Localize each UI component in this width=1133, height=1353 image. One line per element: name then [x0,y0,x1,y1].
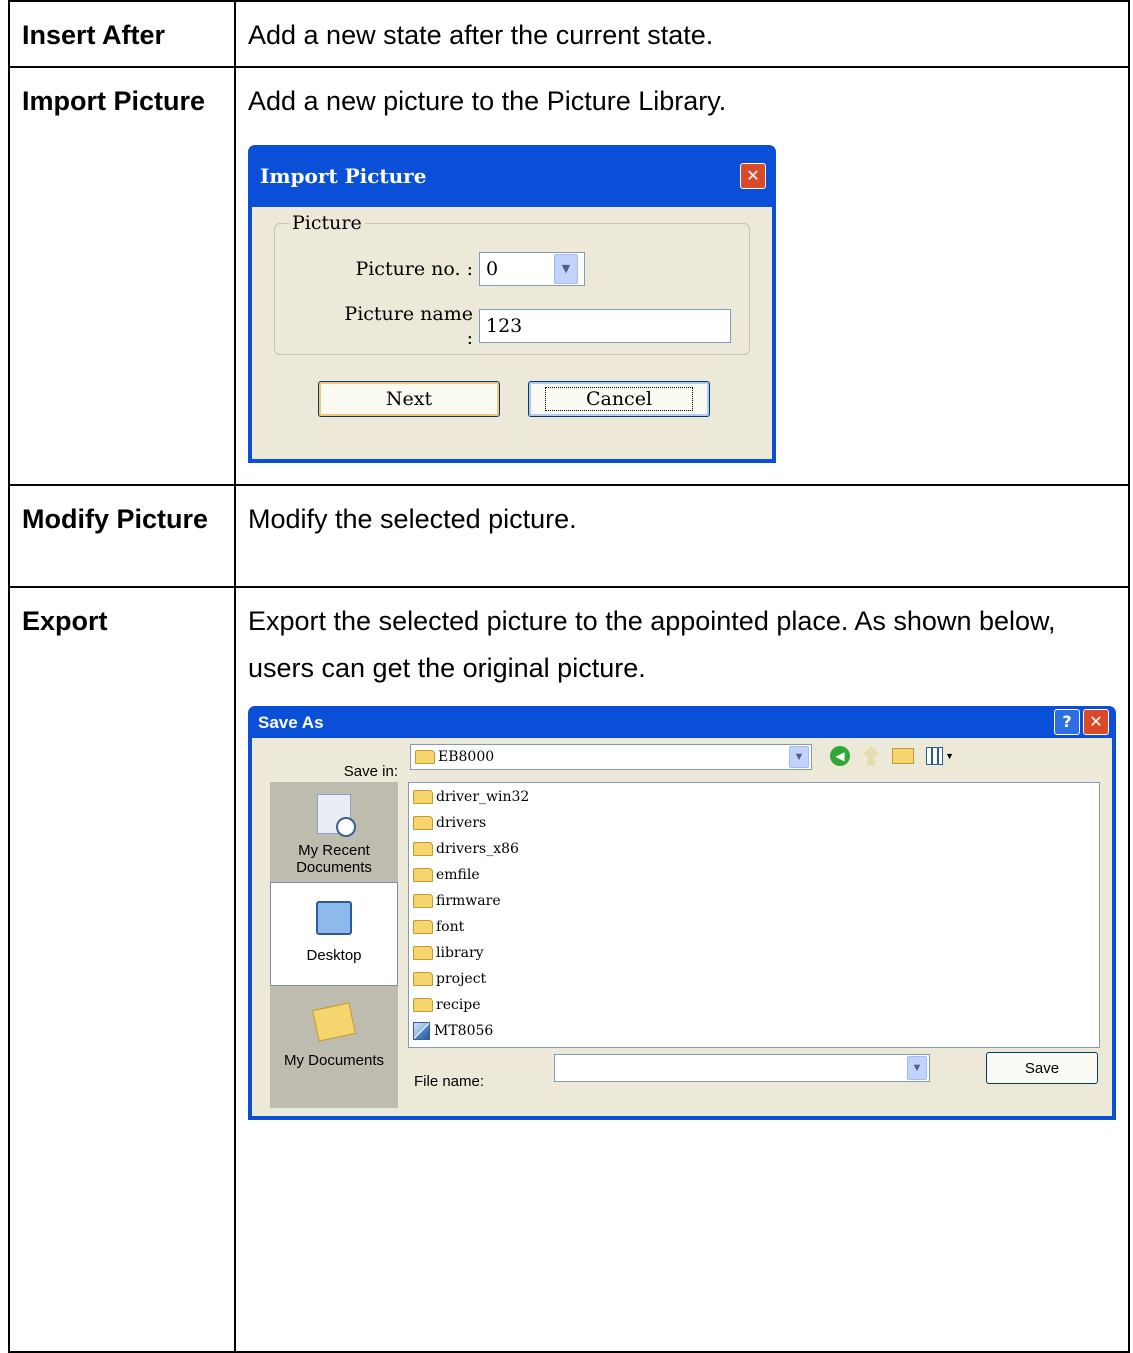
close-icon: ✕ [746,166,760,185]
save-in-combobox[interactable]: EB8000 ▼ [410,744,812,770]
back-icon[interactable]: ◀ [830,746,850,766]
recent-documents-icon [317,794,356,837]
bitmap-file-icon [413,1022,430,1040]
dialog-title-bar[interactable]: Import Picture ✕ [252,145,772,207]
picture-name-value: 123 [486,315,523,337]
place-my-documents[interactable]: My Documents [270,992,398,1096]
place-my-recent-documents[interactable]: My Recent Documents [270,788,398,880]
close-button[interactable]: ✕ [740,163,766,189]
new-folder-icon[interactable] [892,748,914,764]
close-icon: ✕ [1089,712,1103,731]
table-row: Export Export the selected picture to th… [8,586,1130,1353]
list-item[interactable]: MT8056 [413,1021,493,1041]
description-cell: Add a new picture to the Picture Library… [234,66,1130,486]
next-button[interactable]: Next [318,381,500,417]
folder-icon [413,972,433,986]
picture-name-row: Picture name : 123 [333,302,731,350]
place-label: Desktop [306,947,362,964]
documents-folder-icon [312,1002,356,1042]
picture-no-row: Picture no. : 0 ▼ [333,252,585,286]
picture-no-label: Picture no. : [355,258,473,280]
folder-icon [413,998,433,1012]
title-buttons: ? ✕ [1054,709,1109,735]
term-cell: Import Picture [8,66,236,486]
help-icon: ? [1062,712,1072,731]
chevron-down-icon[interactable]: ▼ [554,254,578,284]
description-cell: Export the selected picture to the appoi… [234,586,1130,1353]
place-label: My Recent Documents [296,842,372,876]
file-list[interactable]: driver_win32 drivers drivers_x86 emfile … [408,782,1100,1048]
save-button-label: Save [1024,1059,1060,1077]
table-row: Insert After Add a new state after the c… [8,0,1130,68]
file-name-label: File name: [414,1073,485,1090]
group-label: Picture [289,211,365,235]
dialog-body: Save in: EB8000 ▼ ◀ ▼ My Recent Document… [252,738,1112,1116]
folder-icon [413,946,433,960]
up-folder-icon[interactable] [862,746,880,766]
item-label: MT8056 [434,1022,494,1039]
place-desktop[interactable]: Desktop [270,882,398,986]
folder-icon [413,842,433,856]
places-bar: My Recent Documents Desktop My Documents [270,782,398,1108]
place-label: My Documents [283,1052,385,1069]
views-menu-icon[interactable]: ▼ [926,746,954,766]
save-as-dialog: Save As ? ✕ Save in: EB8000 ▼ ◀ ▼ My Rec… [248,706,1116,1120]
folder-icon [413,790,433,804]
dialog-title: Import Picture [260,163,427,188]
chevron-down-icon[interactable]: ▼ [789,746,809,768]
folder-icon [413,920,433,934]
folder-icon [415,750,435,764]
save-button[interactable]: Save [986,1052,1098,1084]
table-row: Modify Picture Modify the selected pictu… [8,484,1130,588]
desktop-icon [316,901,352,935]
cancel-button[interactable]: Cancel [528,381,710,417]
chevron-down-icon[interactable]: ▼ [907,1056,927,1080]
picture-name-label: Picture name : [344,303,473,349]
folder-icon [413,868,433,882]
description-text: Add a new picture to the Picture Library… [248,86,727,116]
term-cell: Export [8,586,236,1353]
import-picture-dialog: Import Picture ✕ Picture Picture no. : 0… [248,145,776,463]
picture-name-input[interactable]: 123 [479,309,731,343]
dialog-body: Picture Picture no. : 0 ▼ Picture name : [252,207,772,459]
help-button[interactable]: ? [1054,709,1080,735]
definition-table: Insert After Add a new state after the c… [8,0,1130,1353]
next-button-label: Next [385,388,433,410]
term-cell: Insert After [8,0,236,68]
description-cell: Add a new state after the current state. [234,0,1130,68]
picture-no-combobox[interactable]: 0 ▼ [479,252,585,286]
close-button[interactable]: ✕ [1083,709,1109,735]
description-cell: Modify the selected picture. [234,484,1130,588]
file-name-input[interactable]: ▼ [554,1054,930,1082]
cancel-button-label: Cancel [544,387,694,411]
table-row: Import Picture Add a new picture to the … [8,66,1130,486]
description-text: Export the selected picture to the appoi… [248,606,1056,683]
dialog-title-bar[interactable]: Save As ? ✕ [252,706,1112,738]
picture-no-value: 0 [486,258,499,280]
folder-icon [413,894,433,908]
folder-icon [413,816,433,830]
picture-group: Picture Picture no. : 0 ▼ Picture name : [274,211,750,355]
toolbar: ◀ ▼ [830,746,954,766]
term-cell: Modify Picture [8,484,236,588]
